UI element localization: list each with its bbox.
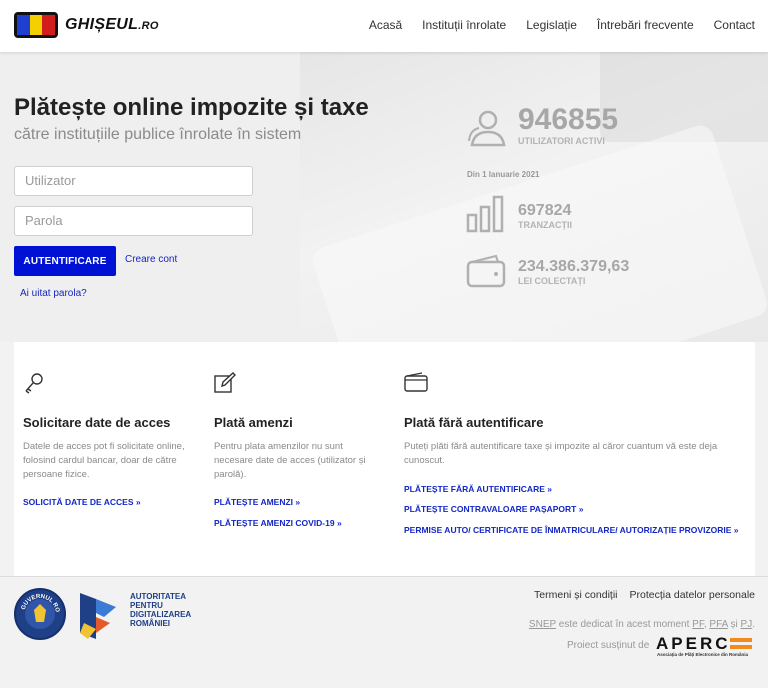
request-access-link[interactable]: SOLICITĂ DATE DE ACCES » — [23, 497, 141, 507]
collected-value: 234.386.379,63 — [518, 258, 630, 275]
services-panel: Solicitare date de acces Datele de acces… — [14, 342, 755, 576]
terms-link[interactable]: Termeni și condiții — [534, 589, 617, 601]
adr-logo-icon — [80, 593, 116, 639]
pay-without-auth-link[interactable]: PLĂTEȘTE FĂRĂ AUTENTIFICARE » — [404, 484, 552, 494]
aperc-subtitle: Asociația de Plăți Electronice din Român… — [657, 652, 749, 657]
key-icon — [25, 373, 43, 394]
card-no-auth-text: Puteți plăti fără autentificare taxe și … — [404, 441, 718, 466]
forgot-password-link[interactable]: Ai uitat parola? — [20, 288, 87, 299]
users-label: UTILIZATORI ACTIVI — [518, 136, 605, 146]
nav-intrebari[interactable]: Întrebări frecvente — [597, 18, 694, 32]
card-no-auth-title: Plată fără autentificare — [404, 415, 544, 430]
nav-legislatie[interactable]: Legislație — [526, 18, 577, 32]
pay-passport-link[interactable]: PLĂTEȘTE CONTRAVALOARE PAȘAPORT » — [404, 504, 583, 514]
card-access-title: Solicitare date de acces — [23, 415, 171, 430]
username-input[interactable]: Utilizator — [14, 166, 253, 196]
nav-contact[interactable]: Contact — [714, 18, 755, 32]
snep-info: SNEP este dedicat în acest moment PF, PF… — [528, 619, 755, 630]
site-logo[interactable]: GHIȘEUL.RO — [14, 12, 159, 38]
bar-chart-icon — [466, 195, 504, 233]
snep-link[interactable]: SNEP — [529, 619, 556, 630]
login-button[interactable]: AUTENTIFICARE — [14, 246, 116, 276]
nav-acasa[interactable]: Acasă — [369, 18, 402, 32]
collected-label: LEI COLECTAȚI — [518, 276, 586, 286]
collected-stat: 234.386.379,63 LEI COLECTAȚI — [518, 258, 629, 286]
users-icon — [468, 110, 506, 147]
pay-covid-fines-link[interactable]: PLĂTEȘTE AMENZI COVID-19 » — [214, 518, 342, 528]
wallet-icon — [404, 372, 428, 392]
transactions-label: TRANZACȚII — [518, 220, 572, 230]
hero-section: Plătește online impozite și taxe către i… — [0, 52, 768, 342]
card-fines-title: Plată amenzi — [214, 415, 293, 430]
pfa-link[interactable]: PFA — [709, 619, 727, 630]
nav-institutii[interactable]: Instituții înrolate — [422, 18, 506, 32]
since-label: Din 1 Ianuarie 2021 — [467, 170, 540, 179]
flag-icon — [14, 12, 58, 38]
pf-link[interactable]: PF — [692, 619, 704, 630]
aperc-logo[interactable]: APERC — [656, 635, 756, 651]
site-header: GHIȘEUL.RO Acasă Instituții înrolate Leg… — [0, 0, 768, 52]
driving-license-link[interactable]: PERMISE AUTO/ CERTIFICATE DE ÎNMATRICULA… — [404, 525, 739, 535]
edit-icon — [214, 372, 236, 393]
create-account-link[interactable]: Creare cont — [125, 254, 177, 265]
card-access-text: Datele de acces pot fi solicitate online… — [23, 441, 185, 480]
pj-link[interactable]: PJ — [741, 619, 753, 630]
adr-name: AUTORITATEA PENTRU DIGITALIZAREA ROMÂNIE… — [130, 592, 192, 628]
site-footer: GUVERNUL ROMÂNIEI AUTORITATEA PENTRU DIG… — [0, 576, 768, 688]
footer-links: Termeni și condiții Protecția datelor pe… — [534, 589, 755, 601]
users-stat: 946855 UTILIZATORI ACTIVI — [518, 103, 619, 147]
page-title: Plătește online impozite și taxe — [14, 94, 369, 121]
users-value: 946855 — [518, 103, 619, 136]
logo-text: GHIȘEUL.RO — [65, 16, 159, 33]
transactions-value: 697824 — [518, 202, 572, 219]
page-subtitle: către instituțiile publice înrolate în s… — [14, 126, 302, 143]
main-nav: Acasă Instituții înrolate Legislație Înt… — [369, 18, 755, 32]
password-input[interactable]: Parola — [14, 206, 253, 236]
card-fines-text: Pentru plata amenzilor nu sunt necesare … — [214, 441, 366, 480]
project-label: Proiect susținut de — [567, 640, 650, 651]
pay-fines-link[interactable]: PLĂTEȘTE AMENZI » — [214, 497, 300, 507]
svg-text:APERC: APERC — [656, 635, 731, 651]
government-seal: GUVERNUL ROMÂNIEI — [14, 588, 66, 640]
transactions-stat: 697824 TRANZACȚII — [518, 202, 572, 230]
wallet-icon — [466, 254, 506, 288]
privacy-link[interactable]: Protecția datelor personale — [630, 589, 756, 601]
